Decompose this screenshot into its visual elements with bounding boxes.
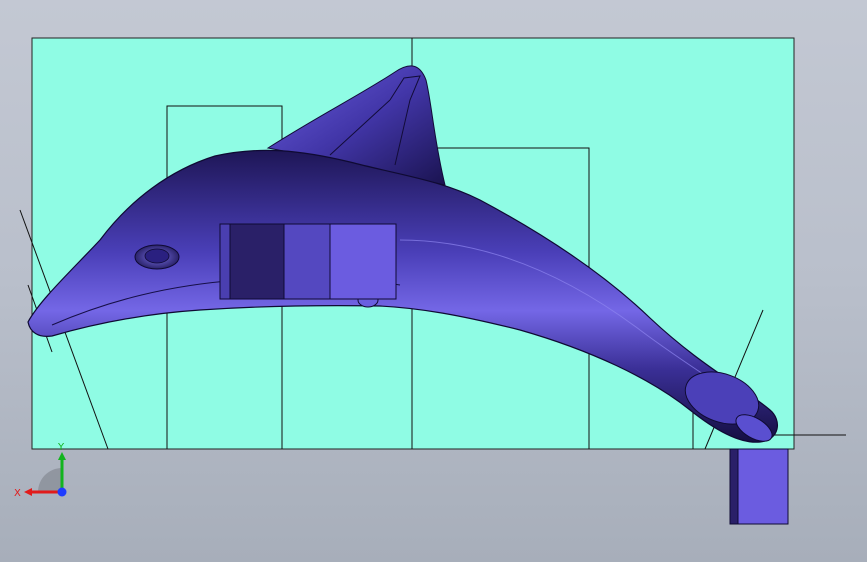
side-block-mid (283, 223, 331, 300)
y-axis-arrowhead (58, 452, 66, 460)
x-axis-label: X (14, 488, 21, 499)
extruded-block-side (729, 448, 739, 525)
graphics-viewport[interactable] (0, 0, 867, 562)
extruded-block[interactable] (729, 448, 789, 525)
side-block-dark-edge (219, 223, 231, 300)
triad-plane-icon (38, 468, 62, 492)
orientation-triad[interactable]: X Y (12, 440, 82, 510)
side-block-light (329, 223, 397, 300)
y-axis-label: Y (57, 442, 65, 453)
x-axis-arrowhead (24, 488, 32, 496)
z-axis-dot (57, 487, 67, 497)
dolphin-eye-inner (144, 248, 170, 264)
extruded-block-face (729, 448, 789, 525)
